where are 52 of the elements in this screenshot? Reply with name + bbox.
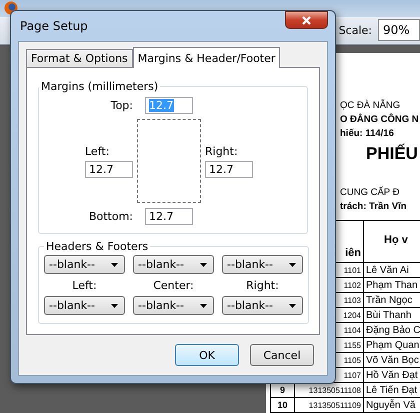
field-label: Center: bbox=[152, 278, 195, 294]
table-cell: Phạm Than bbox=[364, 278, 420, 292]
table-cell: Phạm Quan bbox=[364, 338, 420, 352]
table-cell: Bùi Thanh bbox=[364, 308, 420, 322]
table-cell: Lê Tiến Đạt bbox=[364, 382, 420, 398]
header-select[interactable]: --blank-- bbox=[133, 255, 214, 274]
table-cell: Đặng Bảo C bbox=[364, 322, 420, 338]
document-text: ỌC ĐÀ NẴNG bbox=[340, 100, 402, 111]
group-legend: Margins (millimeters) bbox=[39, 80, 160, 93]
table-cell: 10 bbox=[270, 398, 294, 412]
table-cell: Võ Văn Bọc bbox=[364, 352, 420, 368]
footer-select[interactable]: --blank-- bbox=[44, 296, 125, 315]
document-text: hiếu: 114/16 bbox=[340, 128, 395, 139]
table-cell: Nguyễn Vă bbox=[364, 398, 420, 412]
close-button[interactable] bbox=[285, 11, 328, 29]
document-text: CUNG CẤP Đ bbox=[340, 187, 400, 198]
field-label: Top: bbox=[110, 99, 133, 112]
footer-select[interactable]: --blank-- bbox=[133, 296, 214, 315]
field-label: Left: bbox=[85, 144, 110, 158]
table-cell: Hồ Văn Đạt bbox=[364, 368, 420, 382]
table-cell: 131350511109 bbox=[294, 398, 364, 412]
header-select[interactable]: --blank-- bbox=[222, 255, 303, 274]
document-text: trách: Trần Vĩn bbox=[340, 201, 408, 212]
field-label: Bottom: bbox=[88, 210, 133, 223]
table-cell: Trần Ngọc bbox=[364, 292, 420, 308]
table-cell: Lê Văn Ai bbox=[364, 262, 420, 278]
margin-field[interactable]: 12.7 bbox=[85, 160, 133, 178]
cancel-button[interactable]: Cancel bbox=[250, 344, 314, 366]
table-header: Họ v bbox=[364, 220, 420, 262]
scale-label: Scale: bbox=[338, 24, 372, 37]
dialog-title: Page Setup bbox=[19, 19, 88, 33]
dropdown-caret-icon bbox=[200, 262, 207, 266]
document-text: O ĐẲNG CÔNG N bbox=[340, 114, 420, 125]
field-label: Left: bbox=[71, 278, 98, 294]
footer-select[interactable]: --blank-- bbox=[222, 296, 303, 315]
close-icon bbox=[302, 16, 311, 24]
tab[interactable]: Margins & Header/Footer bbox=[132, 47, 280, 68]
field-label: Right: bbox=[205, 144, 238, 158]
field-label: Right: bbox=[245, 278, 280, 294]
header-select[interactable]: --blank-- bbox=[44, 255, 125, 274]
scale-select[interactable]: 90% bbox=[378, 19, 420, 42]
document-text: PHIẾU bbox=[366, 144, 419, 164]
dropdown-caret-icon bbox=[111, 262, 118, 266]
dropdown-caret-icon bbox=[289, 304, 296, 308]
margin-field[interactable]: 12.7 bbox=[145, 208, 193, 225]
tab[interactable]: Format & Options bbox=[26, 49, 133, 67]
group-legend: Headers & Footers bbox=[44, 240, 150, 253]
margin-field[interactable]: 12.7 bbox=[205, 160, 253, 178]
ok-button[interactable]: OK bbox=[175, 344, 239, 366]
dropdown-caret-icon bbox=[200, 304, 207, 308]
dropdown-caret-icon bbox=[111, 304, 118, 308]
dropdown-caret-icon bbox=[289, 262, 296, 266]
